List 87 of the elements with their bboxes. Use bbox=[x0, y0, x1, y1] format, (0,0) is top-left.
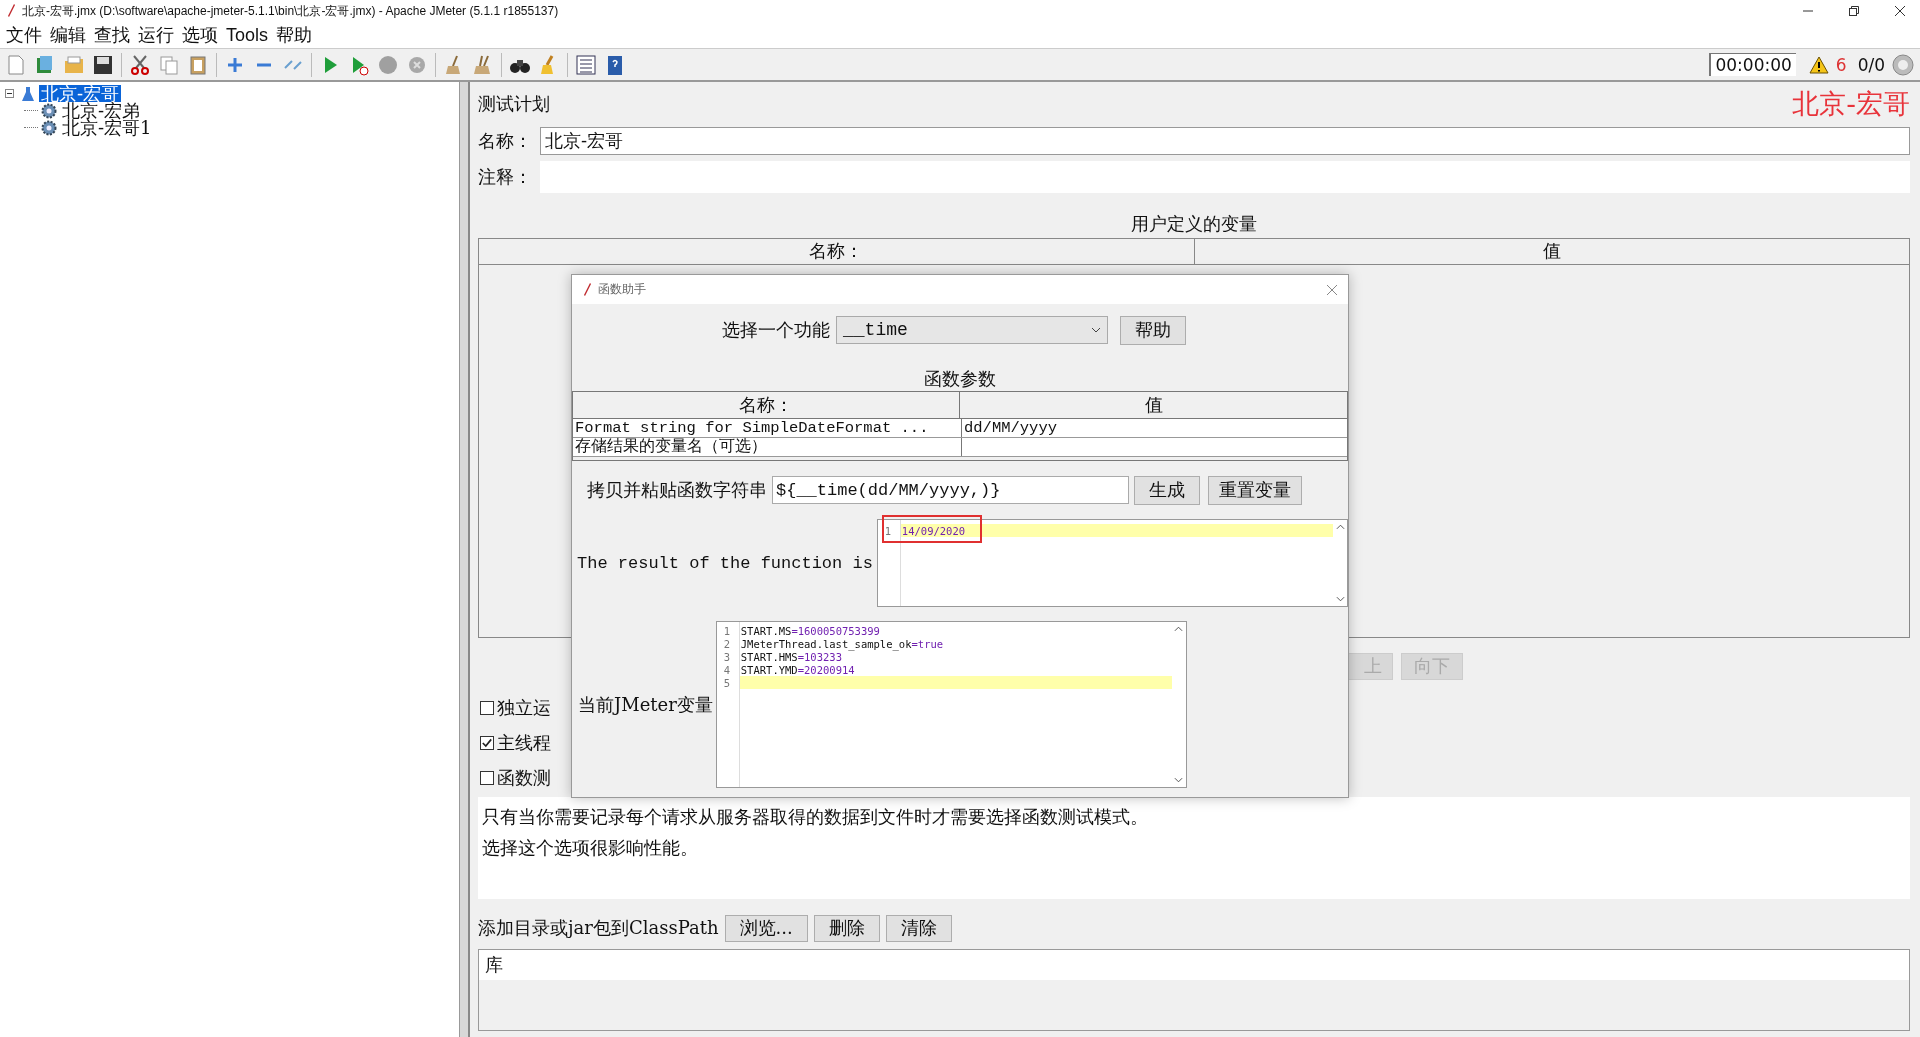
menu-item[interactable]: Tools bbox=[226, 24, 269, 46]
scroll-up-icon[interactable] bbox=[1174, 626, 1184, 632]
section-title: 用户定义的变量 bbox=[1130, 212, 1258, 236]
checkbox[interactable] bbox=[480, 770, 494, 785]
function-string-field[interactable]: ${__time(dd/MM/yyyy,)} bbox=[772, 476, 1129, 504]
checkbox-label: 独立运 bbox=[497, 695, 551, 720]
panel-title: 测试计划 bbox=[478, 92, 550, 116]
checkbox[interactable] bbox=[480, 700, 494, 715]
feather-icon bbox=[6, 4, 16, 18]
generate-button[interactable]: 生成 bbox=[1134, 475, 1200, 505]
menu-item[interactable]: 帮助 bbox=[276, 23, 313, 47]
function-dropdown[interactable]: __time bbox=[836, 316, 1108, 344]
gear-icon bbox=[41, 102, 57, 119]
menu-item[interactable]: 文件 bbox=[6, 23, 42, 47]
column-header: 名称： bbox=[573, 392, 960, 418]
tree-item[interactable]: 北京-宏弟 bbox=[60, 102, 143, 119]
code-text: START.YMD=20200914 bbox=[740, 663, 855, 676]
classpath-button[interactable]: 清除 bbox=[885, 914, 952, 942]
variables-editor[interactable]: 1 START.MS=1600050753399 2 JMeterThread.last_sample_ok=true 3 START.HMS=103233 4 START.YMD=20200914 5 bbox=[715, 621, 1187, 788]
feather-icon bbox=[582, 282, 592, 297]
checkbox-label: 函数测 bbox=[497, 765, 551, 790]
column-header: 值 bbox=[1541, 239, 1562, 263]
new-file-icon[interactable] bbox=[5, 53, 27, 76]
classpath-button[interactable]: 删除 bbox=[813, 914, 880, 942]
code-text: JMeterThread.last_sample_ok=true bbox=[740, 637, 944, 650]
copy-icon[interactable] bbox=[158, 53, 180, 76]
checkbox-label: 主线程 bbox=[497, 730, 551, 755]
copy-label: 拷贝并粘贴函数字符串 bbox=[587, 478, 767, 502]
dialog-title: 函数助手 bbox=[598, 281, 646, 298]
scroll-down-icon[interactable] bbox=[1335, 596, 1345, 602]
timer-field: 00:00:00 bbox=[1709, 53, 1796, 76]
window-title: 北京-宏哥.jmx (D:\software\apache-jmeter-5.1.1\bin\北京-宏哥.jmx) - Apache JMeter (5.1.1 r1855137) bbox=[22, 2, 559, 20]
tree-item[interactable]: 北京-宏哥 bbox=[39, 85, 122, 102]
caret-icon bbox=[1091, 327, 1101, 333]
classpath-button[interactable]: 浏览... bbox=[724, 914, 808, 942]
menu-item[interactable]: 选项 bbox=[182, 23, 218, 47]
stop-icon[interactable] bbox=[377, 53, 399, 76]
result-label: The result of the function is bbox=[577, 553, 873, 573]
column-header: 库 bbox=[479, 950, 1909, 980]
clipboard-icon[interactable] bbox=[187, 53, 209, 76]
save-icon[interactable] bbox=[92, 53, 114, 76]
gear-icon bbox=[41, 119, 57, 136]
status-icon bbox=[1892, 53, 1914, 76]
help-button[interactable]: 帮助 bbox=[1120, 315, 1186, 345]
line-number: 2 bbox=[722, 637, 731, 650]
flask-icon bbox=[20, 85, 36, 102]
list-icon[interactable] bbox=[575, 53, 597, 76]
column-header: 名称： bbox=[479, 239, 1195, 264]
line-number: 1 bbox=[722, 624, 731, 637]
field-label: 注释： bbox=[478, 165, 533, 189]
line-number: 1 bbox=[883, 524, 892, 537]
scissors-icon[interactable] bbox=[129, 53, 151, 76]
variables-label: 当前JMeter变量 bbox=[578, 692, 713, 717]
table-cell: Format string for SimpleDateFormat ... bbox=[573, 419, 962, 437]
collapse-icon[interactable] bbox=[5, 89, 14, 98]
description-text: 选择这个选项很影响性能。 bbox=[482, 836, 699, 860]
line-number: 5 bbox=[722, 676, 731, 689]
field-label: 名称： bbox=[478, 129, 533, 153]
code-text: 14/09/2020 bbox=[901, 524, 966, 537]
scroll-up-icon[interactable] bbox=[1335, 524, 1345, 530]
folder-icon[interactable] bbox=[63, 53, 85, 76]
function-label: 选择一个功能 bbox=[722, 318, 830, 342]
table-cell: 存储结果的变量名（可选） bbox=[573, 438, 962, 456]
reset-button[interactable]: 重置变量 bbox=[1208, 475, 1302, 505]
menu-item[interactable]: 查找 bbox=[94, 23, 130, 47]
restore-icon[interactable] bbox=[1848, 5, 1860, 17]
line-number: 4 bbox=[722, 663, 731, 676]
tree-item[interactable]: 北京-宏哥1 bbox=[60, 119, 154, 136]
line-number: 3 bbox=[722, 650, 731, 663]
name-field[interactable]: 北京-宏哥 bbox=[540, 127, 1910, 155]
splitter[interactable] bbox=[460, 82, 470, 1037]
close-icon[interactable] bbox=[1894, 5, 1906, 17]
description-text: 只有当你需要记录每个请求从服务器取得的数据到文件时才需要选择函数测试模式。 bbox=[482, 805, 1149, 829]
warning-icon[interactable] bbox=[1808, 55, 1829, 74]
menu-item[interactable]: 编辑 bbox=[50, 23, 86, 47]
section-title: 函数参数 bbox=[923, 367, 997, 391]
code-text: START.MS=1600050753399 bbox=[740, 624, 880, 637]
watermark-title: 北京-宏哥 bbox=[1792, 87, 1910, 121]
menu-item[interactable]: 运行 bbox=[138, 23, 174, 47]
classpath-label: 添加目录或jar包到ClassPath bbox=[478, 916, 719, 940]
scroll-down-icon[interactable] bbox=[1174, 777, 1184, 783]
checkbox[interactable] bbox=[480, 735, 494, 750]
table-cell[interactable]: dd/MM/yyyy bbox=[962, 419, 1347, 437]
code-text: START.HMS=103233 bbox=[740, 650, 842, 663]
column-header: 值 bbox=[1143, 393, 1164, 417]
warning-count: 6 bbox=[1835, 54, 1847, 75]
thread-count: 0/0 bbox=[1857, 54, 1885, 75]
